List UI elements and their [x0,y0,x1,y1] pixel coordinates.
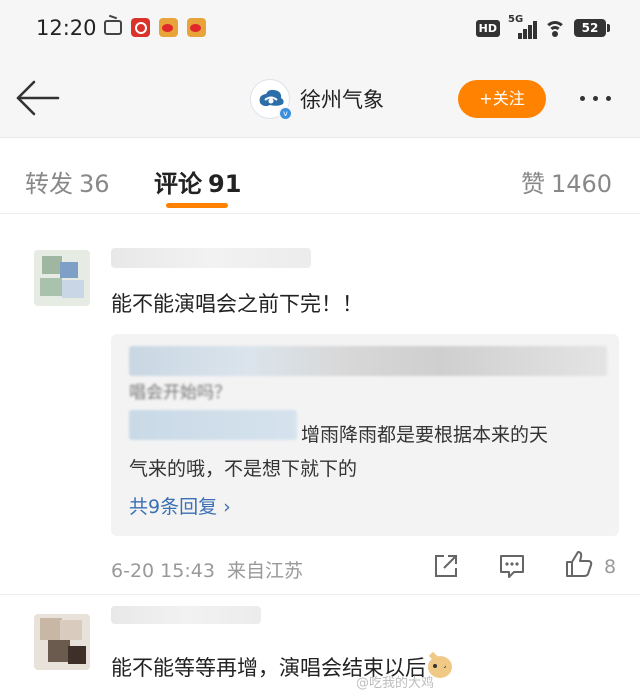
tab-likes-label: 赞 [521,170,545,198]
status-bar: 12:20 HD 5G 52 [0,0,640,60]
back-arrow-icon [16,80,60,116]
tab-bar: 转发 36 评论 91 赞 1460 [0,138,640,214]
verified-badge-icon: v [278,106,293,121]
weibo-lite-icon [187,18,206,37]
hd-badge: HD [475,19,500,37]
comment-username[interactable] [111,606,261,624]
status-time: 12:20 [36,16,97,40]
like-thumb-icon[interactable] [564,549,594,579]
reply-partial-text: 唱会开始吗？ [129,383,231,403]
view-all-replies-link[interactable]: 共9条回复 › [129,492,231,519]
like-count: 8 [604,556,617,578]
comment-username[interactable] [111,248,311,268]
signal-icon: 5G [508,14,537,39]
comment-divider [0,594,640,595]
active-tab-indicator [166,203,228,208]
tab-comments-label: 评论 [154,170,202,198]
follow-button[interactable]: +关注 [458,80,546,118]
tab-reposts-count: 36 [79,170,110,198]
reply-text-line: 增雨降雨都是要根据本来的天 [301,424,549,446]
tab-reposts-label: 转发 [25,170,73,198]
back-button[interactable] [14,78,64,120]
battery-icon: 52 [574,19,610,37]
nav-bar: v 徐州气象 +关注 [0,60,640,138]
comment-meta: 6-20 15:43 来自江苏 [111,556,303,583]
reply-author-blurred [129,410,297,440]
watermark: @吃我的大鸡 [356,676,435,690]
replies-box[interactable]: 唱会开始吗？ 增雨降雨都是要根据本来的天 气来的哦，不是想下就下的 共9条回复 … [111,334,619,536]
tab-comments[interactable]: 评论 91 [154,164,241,199]
status-app-icons [104,18,206,37]
comment-location: 来自江苏 [226,560,303,582]
wifi-icon [544,19,566,37]
tab-comments-count: 91 [208,170,242,198]
netease-music-icon [131,18,150,37]
tab-likes[interactable]: 赞 1460 [521,164,612,199]
comment-text: 能不能演唱会之前下完！！ [111,292,363,316]
account-name[interactable]: 徐州气象 [300,84,384,114]
tab-reposts[interactable]: 转发 36 [25,164,110,199]
comment-avatar[interactable] [34,614,90,670]
more-options-icon[interactable] [580,96,611,101]
share-icon[interactable] [432,552,460,580]
reply-comment-icon[interactable] [498,552,526,580]
reply-text-line: 气来的哦，不是想下就下的 [129,458,358,480]
comment-avatar[interactable] [34,250,90,306]
account-avatar[interactable]: v [250,79,293,121]
comment-time: 6-20 15:43 [111,560,215,582]
status-indicators: HD 5G 52 [475,14,610,39]
tv-app-icon [104,20,122,35]
network-type: 5G [508,14,524,25]
reply-author-blurred [129,346,607,376]
account-header[interactable]: v 徐州气象 [250,79,384,121]
tab-likes-count: 1460 [551,170,613,198]
weibo-icon [159,18,178,37]
